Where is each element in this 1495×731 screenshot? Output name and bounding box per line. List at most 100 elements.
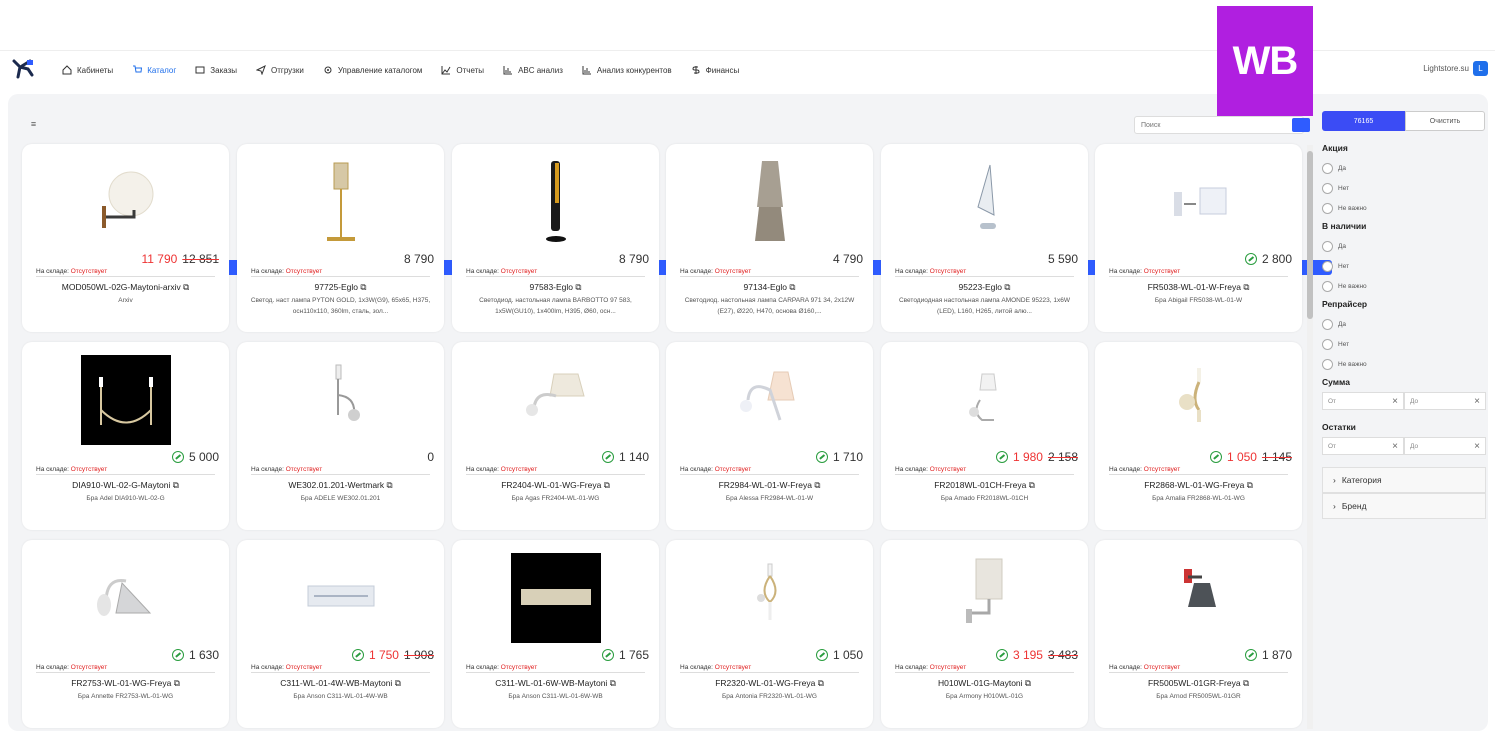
clear-button[interactable]: Очистить [1405,111,1485,131]
search-button[interactable] [1292,118,1310,132]
category-accordion[interactable]: › Категория [1322,467,1486,493]
product-card[interactable]: 11 790 12 851 На складе: Отсутствует MOD050… [22,144,229,332]
product-sku[interactable]: FR5038-WL-01-W-Freya ⧉ [1101,282,1296,293]
product-image[interactable] [291,156,391,248]
product-image[interactable] [720,156,820,248]
radio-promo-0[interactable]: Да [1322,158,1486,178]
list-view-icon[interactable]: ≡ [26,116,41,131]
radio-promo-1[interactable]: Нет [1322,178,1486,198]
radio-stock-2[interactable]: Не важно [1322,276,1486,296]
copy-icon[interactable]: ⧉ [173,480,179,490]
search-input[interactable] [1134,116,1304,134]
product-sku[interactable]: 97134-Eglo ⧉ [672,282,867,293]
product-card[interactable]: 5 000 На складе: Отсутствует DIA910-WL-02-… [22,342,229,530]
product-sku[interactable]: WE302.01.201-Wertmark ⧉ [243,480,438,491]
product-sku[interactable]: H010WL-01G-Maytoni ⧉ [887,678,1082,689]
product-image[interactable] [1149,354,1249,446]
product-image[interactable] [291,552,391,644]
product-sku[interactable]: 95223-Eglo ⧉ [887,282,1082,293]
product-sku[interactable]: FR2984-WL-01-W-Freya ⧉ [672,480,867,491]
product-card[interactable]: 5 590 На складе: Отсутствует 95223-Eglo ⧉ С… [881,144,1088,332]
product-image[interactable] [506,552,606,644]
copy-icon[interactable]: ⧉ [387,480,393,490]
product-sku[interactable]: FR2753-WL-01-WG-Freya ⧉ [28,678,223,689]
clear-x-icon[interactable]: × [1392,441,1398,452]
radio-repricer-0[interactable]: Да [1322,314,1486,334]
product-card[interactable]: 1 630 На складе: Отсутствует FR2753-WL-01-… [22,540,229,728]
clear-x-icon[interactable]: × [1474,441,1480,452]
nav-item-0[interactable]: Кабинеты [62,65,113,75]
brand-accordion[interactable]: › Бренд [1322,493,1486,519]
product-image[interactable] [76,354,176,446]
product-sku[interactable]: FR2018WL-01CH-Freya ⧉ [887,480,1082,491]
nav-item-4[interactable]: Управление каталогом [323,65,422,75]
radio-repricer-2[interactable]: Не важно [1322,354,1486,374]
nav-item-8[interactable]: Финансы [691,65,739,75]
product-image[interactable] [935,156,1035,248]
product-sku[interactable]: DIA910-WL-02-G-Maytoni ⧉ [28,480,223,491]
product-sku[interactable]: C311-WL-01-4W-WB-Maytoni ⧉ [243,678,438,689]
copy-icon[interactable]: ⧉ [1243,678,1249,688]
product-card[interactable]: 1 870 На складе: Отсутствует FR5005WL-01GR… [1095,540,1302,728]
product-card[interactable]: 3 195 3 483 На складе: Отсутствует H010WL-0… [881,540,1088,728]
clear-x-icon[interactable]: × [1392,396,1398,407]
radio-promo-2[interactable]: Не важно [1322,198,1486,218]
radio-circle[interactable] [1322,240,1333,252]
product-image[interactable] [1149,552,1249,644]
clear-x-icon[interactable]: × [1474,396,1480,407]
range-from-input[interactable]: От × [1322,437,1404,455]
product-card[interactable]: 1 765 На складе: Отсутствует C311-WL-01-6W… [452,540,659,728]
radio-stock-1[interactable]: Нет [1322,256,1486,276]
radio-circle[interactable] [1322,358,1333,370]
product-sku[interactable]: 97725-Eglo ⧉ [243,282,438,293]
product-image[interactable] [1149,156,1249,248]
copy-icon[interactable]: ⧉ [575,282,581,292]
product-card[interactable]: 4 790 На складе: Отсутствует 97134-Eglo ⧉ С… [666,144,873,332]
nav-item-5[interactable]: Отчеты [441,65,484,75]
product-image[interactable] [506,156,606,248]
account-menu[interactable]: Lightstore.su L [1423,61,1488,76]
copy-icon[interactable]: ⧉ [1004,282,1010,292]
copy-icon[interactable]: ⧉ [1243,282,1249,292]
product-card[interactable]: 8 790 На складе: Отсутствует 97583-Eglo ⧉ С… [452,144,659,332]
radio-circle[interactable] [1322,338,1333,350]
range-to-input[interactable]: До × [1404,437,1486,455]
radio-circle[interactable] [1322,318,1333,330]
radio-repricer-1[interactable]: Нет [1322,334,1486,354]
copy-icon[interactable]: ⧉ [1025,678,1031,688]
app-logo-icon[interactable] [10,57,36,81]
copy-icon[interactable]: ⧉ [1247,480,1253,490]
copy-icon[interactable]: ⧉ [174,678,180,688]
nav-item-1[interactable]: Каталог [132,65,176,75]
product-card[interactable]: 1 140 На складе: Отсутствует FR2404-WL-01-… [452,342,659,530]
radio-circle[interactable] [1322,202,1333,214]
scrollbar-thumb[interactable] [1307,151,1313,319]
radio-stock-0[interactable]: Да [1322,236,1486,256]
product-sku[interactable]: FR2868-WL-01-WG-Freya ⧉ [1101,480,1296,491]
range-from-input[interactable]: От × [1322,392,1404,410]
copy-icon[interactable]: ⧉ [789,282,795,292]
product-card[interactable]: 1 050 1 145 На складе: Отсутствует FR2868-W… [1095,342,1302,530]
filter-count-button[interactable]: 76165 [1322,111,1405,131]
product-card[interactable]: 1 980 2 158 На складе: Отсутствует FR2018WL… [881,342,1088,530]
product-card[interactable]: 2 800 На складе: Отсутствует FR5038-WL-01-… [1095,144,1302,332]
product-image[interactable] [506,354,606,446]
product-sku[interactable]: FR5005WL-01GR-Freya ⧉ [1101,678,1296,689]
product-sku[interactable]: FR2404-WL-01-WG-Freya ⧉ [458,480,653,491]
product-card[interactable]: 8 790 На складе: Отсутствует 97725-Eglo ⧉ С… [237,144,444,332]
product-card[interactable]: 1 710 На складе: Отсутствует FR2984-WL-01-… [666,342,873,530]
copy-icon[interactable]: ⧉ [1029,480,1035,490]
product-image[interactable] [291,354,391,446]
product-image[interactable] [720,354,820,446]
range-to-input[interactable]: До × [1404,392,1486,410]
product-sku[interactable]: C311-WL-01-6W-WB-Maytoni ⧉ [458,678,653,689]
product-image[interactable] [76,156,176,248]
product-card[interactable]: 1 050 На складе: Отсутствует FR2320-WL-01-… [666,540,873,728]
copy-icon[interactable]: ⧉ [818,678,824,688]
product-card[interactable]: 0 На складе: Отсутствует WE302.01.201-Wert… [237,342,444,530]
copy-icon[interactable]: ⧉ [360,282,366,292]
product-sku[interactable]: 97583-Eglo ⧉ [458,282,653,293]
radio-circle[interactable] [1322,280,1333,292]
nav-item-7[interactable]: Анализ конкурентов [582,65,672,75]
avatar[interactable]: L [1473,61,1488,76]
